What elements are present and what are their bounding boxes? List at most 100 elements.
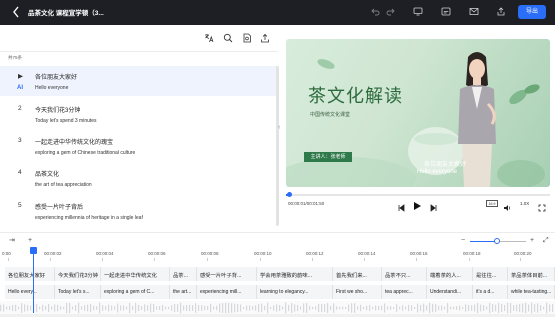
waveform-bar <box>531 302 533 314</box>
waveform-bar <box>339 306 341 310</box>
segment-text-en[interactable]: Hello everyone <box>35 85 68 91</box>
waveform-bar <box>255 305 257 311</box>
ruler-tick-label: 0:00 <box>2 251 11 256</box>
waveform-bar <box>342 306 344 310</box>
waveform-bar <box>267 302 269 314</box>
subtitle-clip-text: while tea-tasting... <box>511 289 552 295</box>
progress-handle[interactable] <box>287 192 293 197</box>
subtitle-clip[interactable]: 端着茶的人... <box>427 267 473 281</box>
transcript-segment[interactable]: 3 一起走进中华传统文化的瑰宝 exploring a gem of Chinese… <box>0 131 278 159</box>
segment-text-en[interactable]: experiencing millennia of heritage in a … <box>35 215 143 221</box>
segment-text-zh[interactable]: 各位朋友大家好 <box>35 72 77 81</box>
waveform-bar <box>498 302 500 314</box>
waveform-bar <box>492 304 494 312</box>
aspect-ratio-tag[interactable]: 16:9 <box>486 200 498 207</box>
export-button[interactable]: 导出 <box>518 5 546 19</box>
subtitle-clip[interactable]: 品茶不只... <box>382 267 427 281</box>
waveform-bar <box>456 306 458 310</box>
subtitle-clip[interactable]: Understandi... <box>427 285 473 299</box>
volume-icon[interactable] <box>503 199 511 217</box>
zoom-out-icon[interactable]: − <box>461 237 465 245</box>
playhead[interactable] <box>33 247 34 313</box>
subtitle-clip[interactable]: 一起走进中华传统文化 <box>101 267 170 281</box>
waveform-bar <box>162 304 164 312</box>
fullscreen-icon[interactable] <box>538 199 546 217</box>
subtitle-clip[interactable]: Hello every... <box>5 285 55 299</box>
waveform-bar <box>51 306 53 310</box>
subtitle-clip[interactable]: First we sho... <box>333 285 382 299</box>
playhead-handle[interactable] <box>30 247 37 254</box>
subtitle-clip[interactable]: the art... <box>170 285 197 299</box>
subtitle-clip[interactable]: exploring a gem of C... <box>101 285 170 299</box>
segment-text-en[interactable]: Today let's spend 3 minutes <box>35 118 97 124</box>
subtitle-clip[interactable]: 是往往... <box>473 267 508 281</box>
collapse-panel-icon[interactable]: ‹ <box>278 124 280 131</box>
fit-timeline-icon[interactable]: ⤢ <box>543 237 549 245</box>
subtitle-clip[interactable]: 感受一片叶子背... <box>197 267 257 281</box>
segment-text-en[interactable]: the art of tea appreciation <box>35 182 92 188</box>
subtitle-clip[interactable]: 今天我们花3分钟 <box>55 267 101 281</box>
mail-icon[interactable] <box>469 7 479 17</box>
subtitle-clip[interactable]: Today let's s... <box>55 285 101 299</box>
waveform-bar <box>93 305 95 311</box>
playback-progress[interactable] <box>286 192 550 197</box>
waveform-bar <box>510 303 512 313</box>
search-icon[interactable] <box>223 30 235 43</box>
waveform-bar <box>6 306 8 310</box>
video-preview[interactable]: 茶文化解读 中国传统文化课堂 主讲人：张老师 各位朋友大家好 Hello eve… <box>286 39 550 187</box>
waveform-bar <box>483 305 485 311</box>
subtitle-icon[interactable] <box>441 7 451 17</box>
ruler-tick-label: 00:00:18 <box>463 251 481 256</box>
subtitle-clip[interactable]: while tea-tasting... <box>508 285 555 299</box>
redo-icon[interactable] <box>386 7 395 17</box>
split-icon[interactable]: ⇥ <box>9 237 15 245</box>
subtitle-clip[interactable]: 学会用茶雅致的韵味... <box>257 267 333 281</box>
project-title[interactable]: 品茶文化 课程宣学顿（3... <box>28 7 104 17</box>
subtitle-clip[interactable]: 茶品茶体目前... <box>508 267 555 281</box>
audio-waveform-track[interactable] <box>0 301 555 315</box>
transcript-segment[interactable]: 2 今天我们花3分钟 Today let's spend 3 minutes <box>0 99 278 127</box>
waveform-bar <box>240 304 242 312</box>
document-search-icon[interactable] <box>242 30 254 43</box>
subtitle-clip[interactable]: experiencing mill... <box>197 285 257 299</box>
subtitle-clip[interactable]: tea apprec... <box>382 285 427 299</box>
subtitle-clip[interactable]: it's a d... <box>473 285 508 299</box>
subtitle-clip-text: it's a d... <box>476 289 495 295</box>
segment-text-zh[interactable]: 感受一片叶子背后 <box>35 202 83 211</box>
subtitle-clip[interactable]: 首先我们来... <box>333 267 382 281</box>
waveform-bar <box>435 304 437 312</box>
subtitle-clip[interactable]: learning to elegancy... <box>257 285 333 299</box>
translate-icon[interactable] <box>204 30 216 43</box>
transcript-segment[interactable]: 4 品茶文化 the art of tea appreciation <box>0 163 278 191</box>
segment-text-zh[interactable]: 品茶文化 <box>35 169 59 178</box>
waveform-bar <box>216 305 218 311</box>
transcript-segment[interactable]: ▶ 各位朋友大家好 Hello everyone AI <box>0 66 278 96</box>
subtitle-clip[interactable]: 品茶... <box>170 267 197 281</box>
editor-app: 品茶文化 课程宣学顿（3... 导出 共75条 ▶ 各位朋友大家好 Hello … <box>0 0 555 317</box>
back-arrow-icon[interactable] <box>12 6 22 18</box>
add-icon[interactable]: + <box>28 237 32 245</box>
waveform-bar <box>141 305 143 311</box>
previous-icon[interactable] <box>397 199 405 217</box>
segment-text-en[interactable]: exploring a gem of Chinese traditional c… <box>35 150 135 156</box>
waveform-bar <box>336 306 338 310</box>
segment-text-zh[interactable]: 今天我们花3分钟 <box>35 105 80 114</box>
share-icon[interactable] <box>496 7 506 17</box>
transcript-scrollbar[interactable] <box>276 66 279 226</box>
zoom-slider-handle[interactable] <box>494 238 500 244</box>
zoom-in-icon[interactable]: + <box>530 237 534 245</box>
monitor-icon[interactable] <box>413 7 423 17</box>
next-icon[interactable] <box>430 199 438 217</box>
waveform-bar <box>372 306 374 310</box>
playback-speed[interactable]: 1.0X <box>520 201 529 206</box>
upload-icon[interactable] <box>260 30 272 43</box>
waveform-bar <box>486 306 488 310</box>
undo-icon[interactable] <box>371 7 380 17</box>
transcript-segment[interactable]: 5 感受一片叶子背后 experiencing millennia of herit… <box>0 196 278 224</box>
waveform-bar <box>195 303 197 313</box>
play-icon[interactable] <box>412 198 422 216</box>
waveform-bar <box>9 305 11 311</box>
waveform-bar <box>201 305 203 311</box>
subtitle-clip[interactable]: 各位朋友大家好 <box>5 267 55 281</box>
segment-text-zh[interactable]: 一起走进中华传统文化的瑰宝 <box>35 137 113 146</box>
